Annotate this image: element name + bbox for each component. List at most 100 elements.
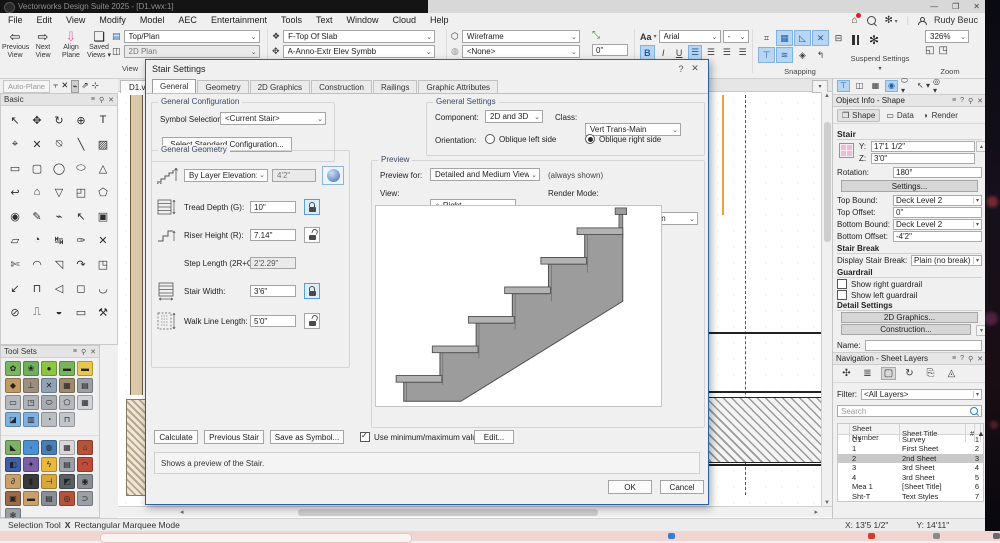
ok-button[interactable]: OK: [608, 480, 652, 494]
palette-pin-icon[interactable]: ⚲: [968, 97, 973, 105]
tool-set-icon[interactable]: ⊥: [23, 378, 39, 393]
tool-set-icon[interactable]: ✕: [41, 378, 57, 393]
menu-item[interactable]: Modify: [99, 15, 126, 25]
horizontal-scrollbar[interactable]: ◂▸: [118, 506, 832, 517]
bold-button[interactable]: B: [640, 45, 655, 60]
palette-menu-icon[interactable]: ≡: [91, 96, 95, 103]
snap-toggle-icon[interactable]: ✕: [812, 30, 829, 46]
bottom-offset-field[interactable]: -4'2": [893, 231, 982, 242]
riser-height-field[interactable]: 7.14": [250, 229, 296, 241]
sheet-table-header[interactable]: Sheet Number Sheet Title # ▲: [838, 424, 983, 435]
tool-icon[interactable]: ✕: [92, 228, 114, 252]
tool-icon[interactable]: ✥: [26, 108, 48, 132]
orientation-left-option[interactable]: Oblique left side: [485, 134, 556, 144]
tool-icon[interactable]: ↩: [4, 180, 26, 204]
tool-set-icon[interactable]: ⬠: [59, 395, 75, 410]
align-left-button[interactable]: ☰: [688, 45, 703, 60]
tool-icon[interactable]: ◁: [48, 276, 70, 300]
menu-item[interactable]: File: [8, 15, 23, 25]
palette-menu-icon[interactable]: ≡: [952, 355, 956, 362]
position-grid-icon[interactable]: [839, 143, 854, 158]
plane-mode-icon[interactable]: ⇗: [82, 80, 89, 93]
tool-icon[interactable]: ↙: [4, 276, 26, 300]
palette-pin-icon[interactable]: ⚲: [968, 355, 973, 363]
stair-settings-button[interactable]: Settings...: [841, 180, 978, 192]
menu-item[interactable]: Window: [347, 15, 379, 25]
tool-icon[interactable]: ◹: [48, 252, 70, 276]
tool-icon[interactable]: ↹: [48, 228, 70, 252]
tool-set-icon[interactable]: ◳: [23, 395, 39, 410]
underline-button[interactable]: U: [672, 45, 687, 60]
tool-icon[interactable]: ⍉: [48, 132, 70, 156]
tool-set-icon[interactable]: ❀: [23, 361, 39, 376]
show-right-guardrail-option[interactable]: Show right guardrail: [837, 279, 982, 289]
navigation-mode-icon[interactable]: ⎘: [923, 367, 938, 380]
view-nav-button[interactable]: ⇦ PreviousView: [2, 29, 28, 59]
walk-line-length-field[interactable]: 5'0": [250, 315, 296, 327]
sheet-row[interactable]: 2 2nd Sheet 3: [838, 454, 983, 464]
palette-menu-icon[interactable]: ≡: [952, 97, 956, 104]
dialog-title-bar[interactable]: Stair Settings ? ✕: [146, 60, 708, 77]
view-option-icon[interactable]: ⬭ ▾: [901, 80, 914, 92]
home-icon[interactable]: ⌂: [852, 15, 858, 26]
tool-set-icon[interactable]: ◩: [59, 474, 75, 489]
snap-toggle-icon[interactable]: ▦: [776, 30, 793, 46]
tool-set-icon[interactable]: ◆: [5, 378, 21, 393]
dialog-tab[interactable]: Geometry: [197, 80, 248, 94]
tool-icon[interactable]: ⬠: [92, 180, 114, 204]
y-field[interactable]: 17'1 1/2": [871, 141, 975, 152]
tool-icon[interactable]: ↖: [4, 108, 26, 132]
view-nav-button[interactable]: ⇨ NextView: [30, 29, 56, 59]
by-layer-elevation-dropdown[interactable]: By Layer Elevation:⌄: [184, 169, 268, 182]
palette-close-icon[interactable]: ✕: [90, 348, 96, 356]
tool-icon[interactable]: ◉: [4, 204, 26, 228]
tread-depth-lock-icon[interactable]: [304, 199, 320, 215]
menu-item[interactable]: AEC: [178, 15, 197, 25]
background-render-dropdown[interactable]: <None>⌄: [462, 45, 580, 58]
tool-icon[interactable]: ▢: [26, 156, 48, 180]
palette-close-icon[interactable]: ✕: [108, 96, 114, 104]
palette-help-icon[interactable]: ?: [960, 355, 964, 362]
tool-icon[interactable]: ⚒: [92, 300, 114, 324]
navigation-mode-icon[interactable]: ↻: [902, 367, 917, 380]
z-field[interactable]: 3'0": [871, 153, 975, 164]
background-render-icon[interactable]: ◍: [451, 46, 459, 57]
view-option-icon[interactable]: ◉: [885, 80, 898, 92]
view-option-icon[interactable]: ▦: [869, 80, 882, 92]
display-stair-break-dropdown[interactable]: Plain (no break)▾: [911, 255, 982, 266]
justify-button[interactable]: ☰: [735, 45, 750, 60]
sheet-row[interactable]: 4 3rd Sheet 5: [838, 473, 983, 483]
tool-icon[interactable]: △: [92, 156, 114, 180]
menu-item[interactable]: Model: [140, 15, 165, 25]
view-nav-button[interactable]: ❏ SavedViews ▾: [86, 29, 112, 59]
tread-depth-field[interactable]: 10": [250, 201, 296, 213]
tool-icon[interactable]: ⊕: [70, 108, 92, 132]
layer-dropdown[interactable]: F-Top Of Slab⌄: [283, 30, 435, 43]
tool-icon[interactable]: ⊓: [26, 276, 48, 300]
tool-set-icon[interactable]: ◍: [41, 440, 57, 455]
close-button[interactable]: ✕: [973, 2, 980, 11]
plane-mode-icon[interactable]: ⌁: [71, 80, 78, 93]
align-right-button[interactable]: ☰: [719, 45, 734, 60]
view-nav-button[interactable]: ⇩ AlignPlane: [58, 29, 84, 59]
tool-set-icon[interactable]: ▮: [23, 474, 39, 489]
tool-icon[interactable]: ⌖: [4, 132, 26, 156]
tool-icon[interactable]: ⌂: [26, 180, 48, 204]
snap-toggle-icon[interactable]: ◺: [794, 30, 811, 46]
radio-icon[interactable]: [485, 134, 495, 144]
layer-icon[interactable]: ❖: [272, 31, 280, 42]
view-dropdown[interactable]: Top/Plan⌄: [124, 30, 260, 43]
tool-set-icon[interactable]: ▦: [77, 395, 93, 410]
tool-icon[interactable]: ✄: [4, 252, 26, 276]
tool-set-icon[interactable]: ◧: [5, 457, 21, 472]
suspend-snapping-icon[interactable]: [852, 35, 859, 45]
palette-close-icon[interactable]: ✕: [977, 97, 983, 105]
menu-item[interactable]: Edit: [37, 15, 53, 25]
save-as-symbol-button[interactable]: Save as Symbol...: [270, 430, 344, 444]
menu-item[interactable]: Entertainment: [211, 15, 267, 25]
snap-toggle-icon[interactable]: ⌗: [758, 30, 775, 46]
italic-button[interactable]: I: [656, 45, 671, 60]
tool-icon[interactable]: ▭: [70, 300, 92, 324]
rotation-field[interactable]: 0": [592, 44, 628, 56]
tool-set-icon[interactable]: ▭: [5, 395, 21, 410]
